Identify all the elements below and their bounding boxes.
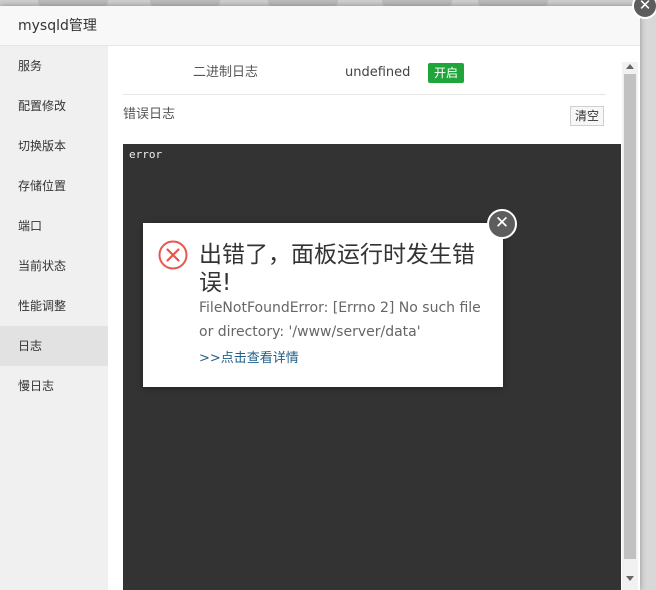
binlog-label: 二进制日志 — [193, 65, 259, 80]
view-details-link[interactable]: >>点击查看详情 — [199, 347, 299, 366]
sidebar: 服务 配置修改 切换版本 存储位置 端口 当前状态 性能调整 日志 慢日志 — [0, 46, 108, 590]
sidebar-item-port[interactable]: 端口 — [0, 206, 108, 246]
sidebar-item-slow-logs[interactable]: 慢日志 — [0, 366, 108, 406]
dialog-close-button[interactable]: ✕ — [487, 209, 517, 239]
sidebar-item-storage[interactable]: 存储位置 — [0, 166, 108, 206]
dialog-title: 出错了，面板运行时发生错误! — [199, 242, 475, 296]
sidebar-item-status[interactable]: 当前状态 — [0, 246, 108, 286]
error-x-circle-icon — [158, 240, 188, 270]
sidebar-item-service[interactable]: 服务 — [0, 46, 108, 86]
scroll-down-arrow-icon[interactable] — [626, 576, 634, 581]
scroll-up-arrow-icon[interactable] — [626, 64, 634, 69]
binlog-value: undefined — [345, 65, 411, 80]
dialog-error-message: FileNotFoundError: [Errno 2] No such fil… — [199, 300, 481, 340]
error-dialog: 出错了，面板运行时发生错误! FileNotFoundError: [Errno… — [143, 209, 517, 387]
sidebar-item-version[interactable]: 切换版本 — [0, 126, 108, 166]
sidebar-item-performance[interactable]: 性能调整 — [0, 286, 108, 326]
content-scrollbar[interactable] — [622, 62, 638, 590]
error-log-label: 错误日志 — [123, 107, 176, 122]
binlog-status-badge: 开启 — [428, 63, 465, 83]
binlog-row: 二进制日志 undefined 开启 — [108, 60, 606, 86]
sidebar-item-logs[interactable]: 日志 — [0, 326, 108, 366]
divider — [123, 94, 606, 95]
scrollbar-thumb[interactable] — [624, 74, 636, 559]
window-title: mysqld管理 — [0, 6, 640, 46]
sidebar-item-config[interactable]: 配置修改 — [0, 86, 108, 126]
clear-log-button[interactable]: 清空 — [570, 106, 605, 126]
